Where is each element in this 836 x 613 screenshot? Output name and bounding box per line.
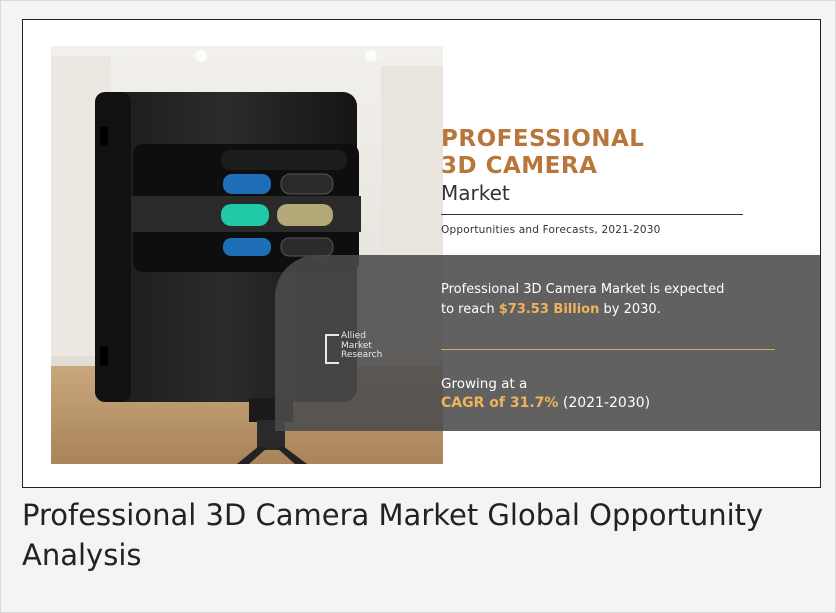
subtitle: Opportunities and Forecasts, 2021-2030 — [441, 224, 661, 236]
figure-frame: Allied Market Research PROFESSIONAL 3D C… — [0, 0, 836, 613]
logo-mark-icon — [325, 334, 339, 364]
title-divider — [441, 214, 743, 215]
figure-caption: Professional 3D Camera Market Global Opp… — [22, 498, 764, 572]
headline: PROFESSIONAL 3D CAMERA Market — [441, 126, 644, 205]
market-value: $73.53 Billion — [498, 302, 600, 317]
growth-text-line-1: Growing at a — [441, 376, 528, 392]
band-divider — [441, 349, 775, 350]
cagr-period: (2021-2030) — [558, 395, 651, 411]
allied-market-research-logo: Allied Market Research — [325, 331, 405, 372]
title-line-3: Market — [441, 181, 510, 205]
growth-text-line-2: CAGR of 31.7% (2021-2030) — [441, 395, 650, 411]
market-text-line-1: Professional 3D Camera Market is expecte… — [441, 282, 725, 297]
market-text-prefix: to reach — [441, 302, 499, 317]
title-line-2: 3D CAMERA — [441, 153, 598, 179]
market-text-line-2: to reach $73.53 Billion by 2030. — [441, 302, 661, 317]
logo-line-3: Research — [341, 350, 383, 360]
infographic-card: Allied Market Research PROFESSIONAL 3D C… — [22, 19, 821, 488]
title-line-1: PROFESSIONAL — [441, 126, 645, 152]
cagr-value: CAGR of 31.7% — [441, 395, 559, 411]
market-text-suffix: by 2030. — [599, 302, 661, 317]
logo-text: Allied Market Research — [341, 331, 383, 361]
